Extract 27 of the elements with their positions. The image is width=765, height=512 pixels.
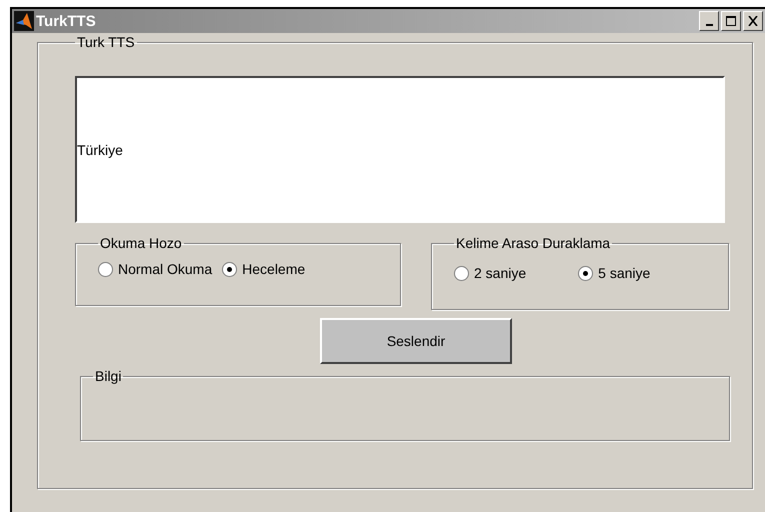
- minimize-icon: [706, 24, 712, 26]
- option-label: 5 saniye: [598, 265, 650, 281]
- group-title: Okuma Hozo: [99, 235, 183, 251]
- close-icon: [748, 16, 758, 26]
- option-label: Heceleme: [242, 261, 306, 277]
- app-logo-icon: [14, 11, 34, 31]
- group-title: Kelime Araso Duraklama: [455, 235, 612, 251]
- text-value: Türkiye: [77, 142, 123, 158]
- radio-button[interactable]: [98, 262, 113, 276]
- radio-option[interactable]: 2 saniye: [454, 265, 526, 281]
- radio-button[interactable]: [222, 262, 238, 276]
- close-button[interactable]: [743, 11, 763, 31]
- radio-option[interactable]: Normal Okuma: [98, 261, 212, 277]
- radio-option[interactable]: Heceleme: [222, 261, 306, 277]
- option-label: Normal Okuma: [118, 261, 212, 277]
- speak-button[interactable]: Seslendir: [320, 318, 512, 364]
- text-field[interactable]: Türkiye: [75, 76, 725, 223]
- panel-title: Turk TTS: [76, 34, 136, 50]
- info-title: Bilgi: [94, 368, 122, 384]
- window-title: TurkTTS: [36, 12, 96, 30]
- maximize-icon: [726, 16, 736, 26]
- minimize-button[interactable]: [699, 11, 719, 31]
- radio-button[interactable]: [578, 266, 594, 280]
- option-label: 2 saniye: [474, 265, 526, 281]
- radio-button[interactable]: [454, 266, 469, 280]
- maximize-button[interactable]: [721, 11, 741, 31]
- radio-option[interactable]: 5 saniye: [578, 265, 650, 281]
